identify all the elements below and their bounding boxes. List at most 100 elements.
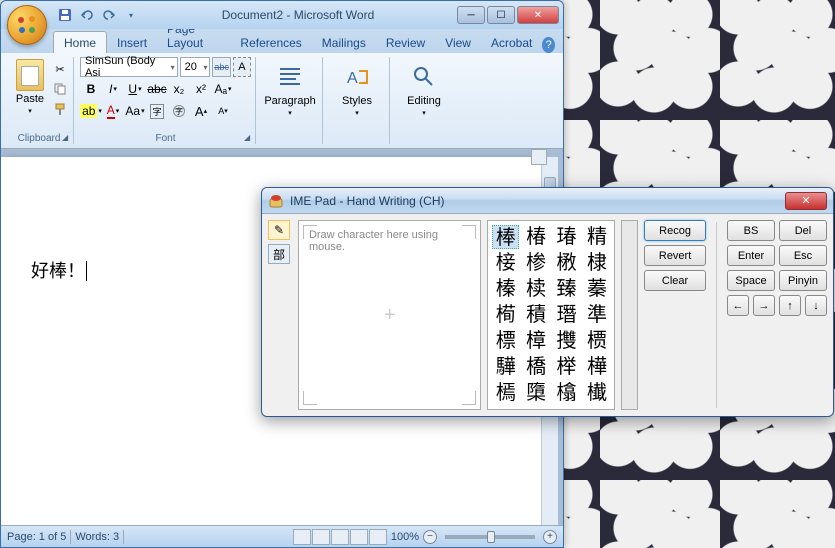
ime-close-button[interactable]: ✕ bbox=[785, 192, 827, 210]
zoom-in-button[interactable]: + bbox=[543, 530, 557, 544]
handwriting-tool-button[interactable]: ✎ bbox=[268, 220, 290, 240]
grow-font-button[interactable]: A▴ bbox=[190, 101, 212, 121]
candidate-char[interactable]: 椿 bbox=[523, 225, 549, 249]
candidate-char[interactable]: 準 bbox=[584, 303, 610, 327]
enter-key[interactable]: Enter bbox=[727, 245, 775, 266]
bs-key[interactable]: BS bbox=[727, 220, 775, 241]
candidate-char[interactable]: 蓁 bbox=[584, 277, 610, 301]
space-key[interactable]: Space bbox=[727, 270, 775, 291]
candidate-char[interactable]: 榛 bbox=[492, 277, 518, 301]
clear-button[interactable]: Clear bbox=[644, 270, 706, 291]
candidate-char[interactable]: 㮘 bbox=[553, 251, 579, 275]
underline-button[interactable]: U bbox=[124, 79, 146, 99]
candidate-char[interactable]: 瑃 bbox=[553, 225, 579, 249]
undo-icon[interactable] bbox=[79, 7, 95, 23]
word-titlebar[interactable]: ▾ Document2 - Microsoft Word ─ ☐ ✕ bbox=[1, 1, 563, 29]
tab-mailings[interactable]: Mailings bbox=[312, 32, 376, 53]
highlight-button[interactable]: ab bbox=[80, 101, 102, 121]
candidate-char[interactable]: 槚 bbox=[584, 329, 610, 353]
save-icon[interactable] bbox=[57, 7, 73, 23]
candidate-char[interactable]: 樺 bbox=[584, 355, 610, 379]
candidate-char[interactable]: 㯓 bbox=[553, 381, 579, 405]
font-name-select[interactable]: SimSun (Body Asi bbox=[80, 57, 178, 77]
web-layout-view-button[interactable] bbox=[331, 529, 349, 545]
candidate-char[interactable]: 棒 bbox=[492, 225, 518, 249]
print-layout-view-button[interactable] bbox=[293, 529, 311, 545]
clipboard-launcher-icon[interactable]: ◢ bbox=[62, 133, 72, 143]
candidate-char[interactable]: 積 bbox=[523, 303, 549, 327]
zoom-slider[interactable] bbox=[445, 535, 535, 539]
candidate-char[interactable]: 㻸 bbox=[553, 303, 579, 327]
minimize-button[interactable]: ─ bbox=[457, 6, 485, 24]
candidate-char[interactable]: 槆 bbox=[492, 303, 518, 327]
office-button[interactable] bbox=[7, 5, 47, 45]
qat-customize-icon[interactable]: ▾ bbox=[123, 7, 139, 23]
ruler-toggle-button[interactable] bbox=[531, 149, 547, 165]
close-button[interactable]: ✕ bbox=[517, 6, 559, 24]
font-size-select[interactable]: 20 bbox=[180, 57, 211, 77]
tab-review[interactable]: Review bbox=[376, 32, 435, 53]
font-color-button[interactable]: A bbox=[102, 101, 124, 121]
tab-home[interactable]: Home bbox=[53, 31, 107, 53]
zoom-slider-thumb[interactable] bbox=[487, 531, 495, 543]
tab-acrobat[interactable]: Acrobat bbox=[481, 32, 542, 53]
paragraph-button[interactable]: Paragraph ▾ bbox=[262, 57, 318, 121]
full-screen-view-button[interactable] bbox=[312, 529, 330, 545]
outline-view-button[interactable] bbox=[350, 529, 368, 545]
maximize-button[interactable]: ☐ bbox=[487, 6, 515, 24]
font-launcher-icon[interactable]: ◢ bbox=[244, 133, 254, 143]
candidate-char[interactable]: 榉 bbox=[553, 355, 579, 379]
candidate-char[interactable]: 標 bbox=[492, 329, 518, 353]
candidate-char[interactable]: 㯐 bbox=[523, 381, 549, 405]
down-arrow-key[interactable]: ↓ bbox=[805, 295, 827, 316]
shrink-font-button[interactable]: A▾ bbox=[212, 101, 234, 121]
change-case-button[interactable]: Aₐ bbox=[212, 79, 234, 99]
cut-icon[interactable]: ✂ bbox=[51, 61, 69, 77]
styles-button[interactable]: A Styles ▾ bbox=[329, 57, 385, 121]
zoom-level[interactable]: 100% bbox=[391, 531, 419, 543]
candidate-char[interactable]: 橋 bbox=[523, 355, 549, 379]
help-icon[interactable]: ? bbox=[542, 37, 555, 53]
candidate-char[interactable]: 棣 bbox=[584, 251, 610, 275]
pinyin-key[interactable]: Pinyin bbox=[779, 270, 827, 291]
status-page[interactable]: Page: 1 of 5 bbox=[7, 531, 66, 543]
ime-titlebar[interactable]: IME Pad - Hand Writing (CH) ✕ bbox=[262, 188, 833, 214]
candidate-char[interactable]: 精 bbox=[584, 225, 610, 249]
candidate-char[interactable]: 驊 bbox=[492, 355, 518, 379]
subscript-button[interactable]: x₂ bbox=[168, 79, 190, 99]
superscript-button[interactable]: x² bbox=[190, 79, 212, 99]
tab-insert[interactable]: Insert bbox=[107, 32, 157, 53]
candidate-char[interactable]: 椮 bbox=[523, 251, 549, 275]
candidate-char[interactable]: 臻 bbox=[553, 277, 579, 301]
up-arrow-key[interactable]: ↑ bbox=[779, 295, 801, 316]
candidate-char[interactable]: 㯊 bbox=[492, 381, 518, 405]
redo-icon[interactable] bbox=[101, 7, 117, 23]
candidate-char[interactable]: 椟 bbox=[523, 277, 549, 301]
status-words[interactable]: Words: 3 bbox=[75, 531, 119, 543]
strikethrough-button[interactable]: abc bbox=[146, 79, 168, 99]
change-case-aa-button[interactable]: Aa bbox=[124, 101, 146, 121]
clear-formatting-button[interactable]: abc bbox=[212, 57, 230, 77]
radical-tool-button[interactable]: 部 bbox=[268, 244, 290, 264]
char-border-button[interactable]: A bbox=[233, 57, 251, 77]
esc-key[interactable]: Esc bbox=[779, 245, 827, 266]
candidate-char[interactable]: 椄 bbox=[492, 251, 518, 275]
candidate-scrollbar[interactable] bbox=[621, 220, 638, 410]
editing-button[interactable]: Editing ▾ bbox=[396, 57, 452, 121]
enclose-char-button[interactable]: 字 bbox=[168, 101, 190, 121]
bold-button[interactable]: B bbox=[80, 79, 102, 99]
candidate-char[interactable]: 樟 bbox=[523, 329, 549, 353]
paste-button[interactable]: Paste ▾ bbox=[9, 57, 51, 130]
drawing-area[interactable]: Draw character here using mouse. + bbox=[298, 220, 482, 410]
asian-layout-button[interactable]: 字 bbox=[146, 101, 168, 121]
tab-view[interactable]: View bbox=[435, 32, 481, 53]
draft-view-button[interactable] bbox=[369, 529, 387, 545]
revert-button[interactable]: Revert bbox=[644, 245, 706, 266]
italic-button[interactable]: I bbox=[102, 79, 124, 99]
copy-icon[interactable] bbox=[51, 81, 69, 97]
zoom-out-button[interactable]: − bbox=[423, 530, 437, 544]
candidate-char[interactable]: 㰇 bbox=[584, 381, 610, 405]
right-arrow-key[interactable]: → bbox=[753, 295, 775, 316]
recog-button[interactable]: Recog bbox=[644, 220, 706, 241]
tab-references[interactable]: References bbox=[230, 32, 311, 53]
